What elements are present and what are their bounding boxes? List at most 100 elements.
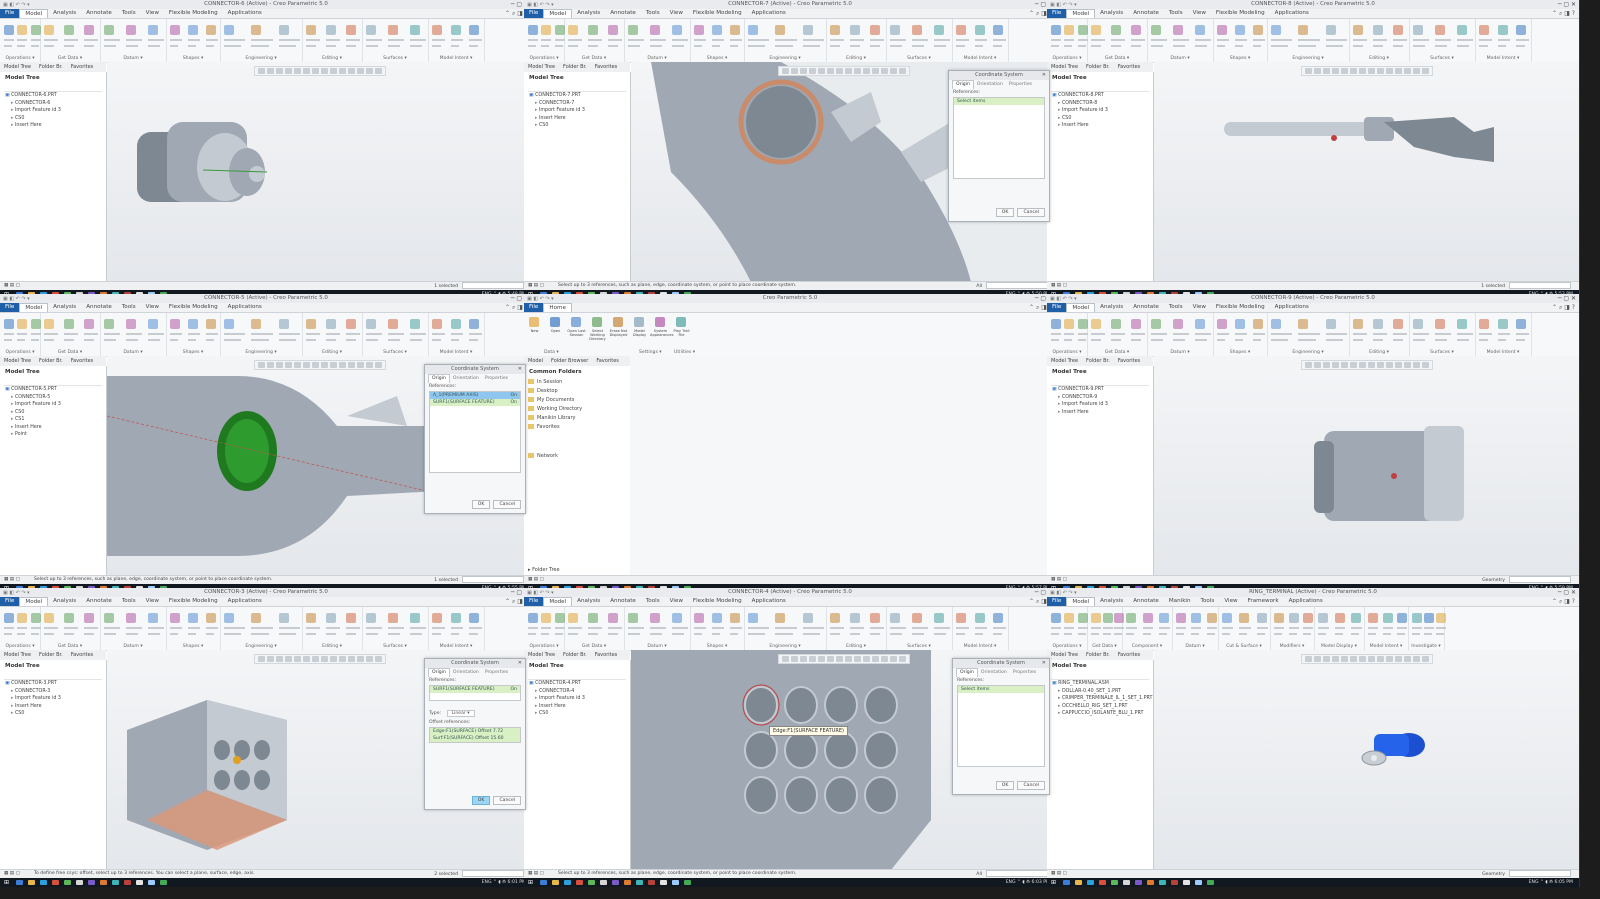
view-tool-icon[interactable] [1376, 362, 1384, 368]
model-tree-item[interactable]: ▸ CONNECTOR-6 [0, 100, 106, 108]
taskbar-app-icon[interactable] [124, 880, 131, 885]
view-tool-icon[interactable] [365, 68, 373, 74]
navigator-tab[interactable]: Favorites [1114, 650, 1145, 660]
tab-applications[interactable]: Applications [1284, 597, 1328, 606]
tab-annotate[interactable]: Annotate [81, 597, 117, 606]
ok-button[interactable]: OK [471, 796, 491, 805]
model-tree-item[interactable]: ▸ Import Feature id 3 [524, 107, 630, 115]
ribbon-tool-icon[interactable] [388, 25, 398, 35]
view-tool-icon[interactable] [1376, 68, 1384, 74]
view-tool-icon[interactable] [266, 68, 274, 74]
view-tool-icon[interactable] [374, 656, 382, 662]
view-tool-icon[interactable] [1322, 68, 1330, 74]
taskbar-app-icon[interactable] [540, 880, 547, 885]
quick-access-toolbar[interactable]: ▣ ◧ ↶ ↷ ▾ [1050, 295, 1077, 303]
ribbon-tool-icon[interactable] [1217, 319, 1227, 329]
folder-item[interactable]: Desktop [524, 387, 630, 396]
ribbon-tool-icon[interactable] [1325, 25, 1336, 35]
ribbon-tool-icon[interactable] [934, 25, 944, 35]
tab-tools[interactable]: Tools [117, 303, 141, 312]
ribbon-tool-icon[interactable] [278, 613, 289, 623]
tab-analysis[interactable]: Analysis [48, 9, 81, 18]
taskbar-app-icon[interactable] [148, 880, 155, 885]
graphics-area[interactable] [630, 356, 1056, 576]
model-tree-toolbar[interactable] [528, 84, 626, 92]
taskbar-app-icon[interactable] [160, 880, 167, 885]
references-list[interactable]: A_1(PREMIUM AXIS) On SURF1(SURFACE FEATURE… [429, 391, 521, 473]
ribbon-tool-icon[interactable] [64, 613, 74, 623]
model-tree-item[interactable]: ▸ CS0 [1047, 115, 1153, 123]
dialog-tab[interactable]: Orientation [450, 669, 482, 677]
model-tree-item[interactable]: ▸ Insert Here [524, 703, 630, 711]
ribbon-tool-icon[interactable] [1435, 319, 1445, 329]
ribbon-tool-icon[interactable] [748, 613, 758, 623]
tab-flexible-modeling[interactable]: Flexible Modeling [688, 9, 747, 18]
ribbon-tool-icon[interactable] [974, 25, 985, 35]
references-list[interactable]: SURF1(SURFACE FEATURE) On [429, 685, 521, 701]
window-controls[interactable]: ─ ▢ ✕ [1558, 294, 1576, 303]
ribbon-tool-icon[interactable] [1173, 319, 1183, 329]
model-tree-item[interactable]: ▣ CONNECTOR-5.PRT [0, 386, 106, 394]
ribbon-tool-icon[interactable] [1413, 25, 1423, 35]
ribbon-tool-icon[interactable] [1064, 25, 1075, 35]
selection-filter[interactable] [462, 870, 524, 877]
tab-view[interactable]: View [1219, 597, 1242, 606]
navigator-tab[interactable]: Favorites [67, 356, 98, 366]
ok-button[interactable]: OK [471, 500, 491, 509]
navigator-tab[interactable]: Model Tree [1047, 62, 1082, 72]
ribbon-tool-icon[interactable] [170, 25, 180, 35]
ribbon-tool-icon[interactable] [1436, 613, 1446, 623]
ribbon-tool-icon[interactable] [104, 25, 114, 35]
taskbar-app-icon[interactable] [672, 880, 679, 885]
selection-filter[interactable] [986, 282, 1048, 289]
tab-analysis[interactable]: Analysis [572, 9, 605, 18]
view-tool-icon[interactable] [1385, 656, 1393, 662]
ribbon-tool-icon[interactable] [306, 613, 316, 623]
ribbon-tool-icon[interactable] [528, 613, 538, 623]
view-tool-icon[interactable] [311, 362, 319, 368]
status-icons[interactable]: ▦ ▤ ▢ [1051, 282, 1067, 290]
model-tree-item[interactable]: ▸ Insert Here [524, 115, 630, 123]
model-tree-item[interactable]: ▸ CRIMPER_TERMINALE_IL_1_SET_1.PRT [1047, 695, 1153, 703]
ribbon-tool-icon[interactable] [775, 613, 786, 623]
ribbon-tool-icon[interactable] [588, 613, 598, 623]
tab-applications[interactable]: Applications [747, 597, 791, 606]
model-tree-item[interactable]: ▸ Insert Here [0, 122, 106, 130]
ribbon-tool-icon[interactable] [432, 25, 442, 35]
view-tool-icon[interactable] [817, 656, 825, 662]
ribbon-tool-icon[interactable] [388, 319, 398, 329]
dialog-tab[interactable]: Properties [482, 375, 511, 383]
view-tool-icon[interactable] [1421, 656, 1429, 662]
ribbon-tool-icon[interactable] [1457, 319, 1467, 329]
ribbon-tool-icon[interactable] [148, 613, 158, 623]
model-tree-item[interactable]: ▸ Import Feature id 3 [0, 107, 106, 115]
view-tool-icon[interactable] [880, 68, 888, 74]
taskbar-app-icon[interactable] [600, 880, 607, 885]
model-tree-toolbar[interactable] [1051, 84, 1149, 92]
file-tab[interactable]: File [1047, 597, 1067, 606]
quick-access-toolbar[interactable]: ▣ ◧ ↶ ↷ ▾ [527, 295, 554, 303]
view-tool-icon[interactable] [781, 68, 789, 74]
view-tool-icon[interactable] [1412, 362, 1420, 368]
ribbon-tool-icon[interactable] [912, 25, 922, 35]
navigator-tab[interactable]: Favorites [67, 62, 98, 72]
tab-view[interactable]: View [141, 9, 164, 18]
view-tool-icon[interactable] [862, 68, 870, 74]
ribbon-tool-icon[interactable] [1091, 319, 1101, 329]
quick-access-toolbar[interactable]: ▣ ◧ ↶ ↷ ▾ [3, 295, 30, 303]
view-tool-icon[interactable] [1412, 656, 1420, 662]
tab-applications[interactable]: Applications [223, 303, 267, 312]
ribbon-tool-icon[interactable] [148, 319, 158, 329]
view-tool-icon[interactable] [898, 656, 906, 662]
quick-access-toolbar[interactable]: ▣ ◧ ↶ ↷ ▾ [3, 589, 30, 597]
tab-analysis[interactable]: Analysis [572, 597, 605, 606]
status-icons[interactable]: ▦ ▤ ▢ [528, 870, 544, 878]
tab-tools[interactable]: Tools [1164, 9, 1188, 18]
ribbon-tool-icon[interactable] [850, 25, 860, 35]
view-tool-icon[interactable] [266, 656, 274, 662]
ribbon-tool-icon[interactable] [628, 613, 638, 623]
view-tool-icon[interactable] [889, 656, 897, 662]
navigator-tab[interactable]: Model Tree [524, 62, 559, 72]
tab-annotate[interactable]: Annotate [1128, 597, 1164, 606]
ribbon-tool-icon[interactable] [1159, 613, 1170, 623]
